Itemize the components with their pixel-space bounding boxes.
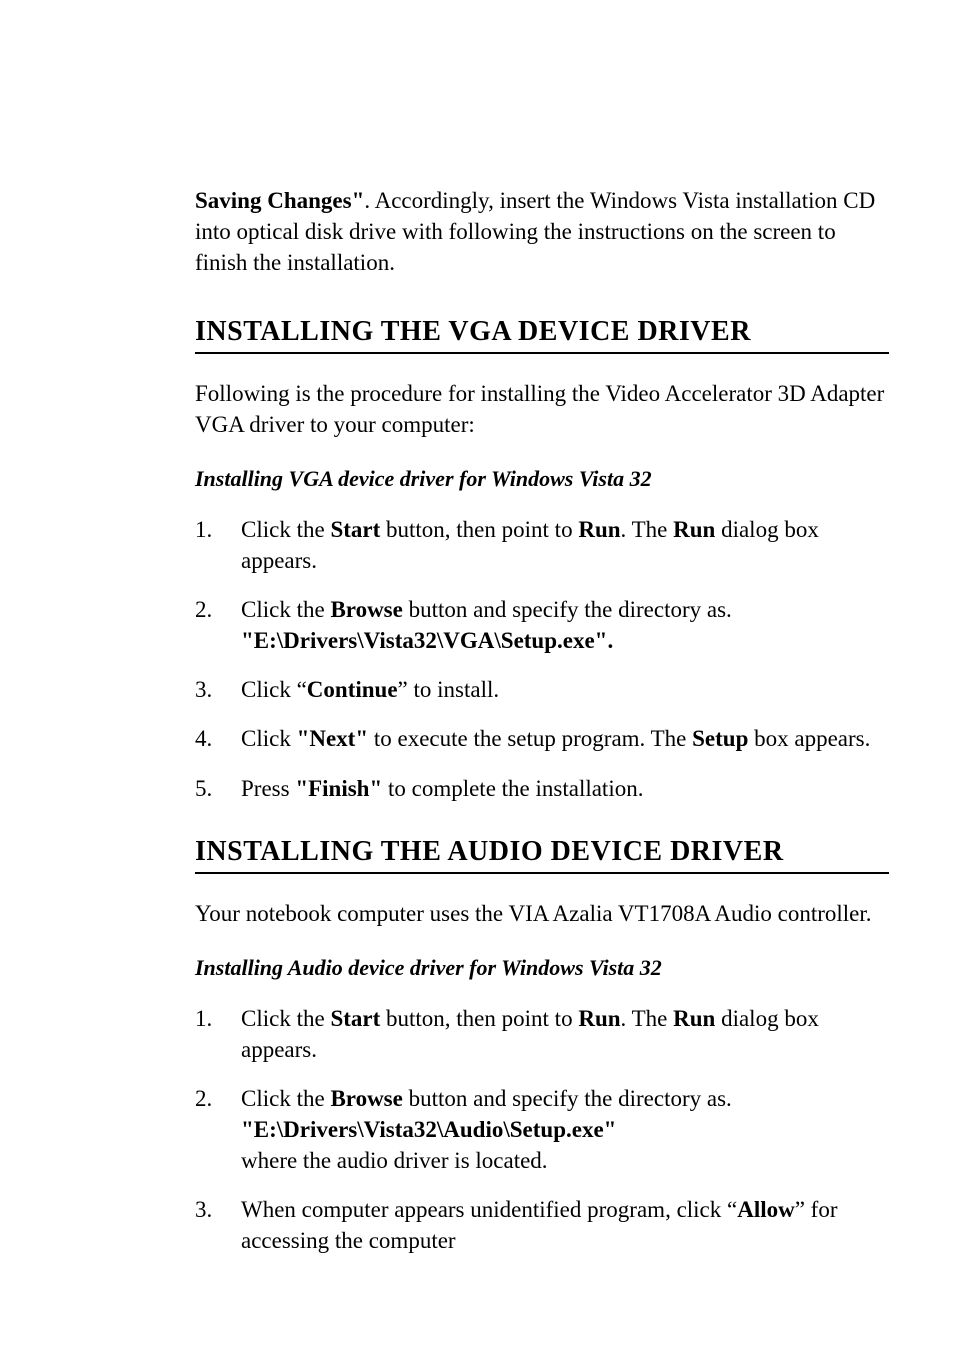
plain-text: to complete the installation. — [382, 776, 643, 801]
plain-text: When computer appears unidentified progr… — [241, 1197, 737, 1222]
plain-text: to execute the setup program. The — [368, 726, 692, 751]
bold-text: "Next" — [297, 726, 369, 751]
list-line: Click the Start button, then point to Ru… — [241, 1006, 819, 1062]
list-number: 3. — [195, 674, 239, 705]
list-content: Click the Start button, then point to Ru… — [239, 1003, 889, 1065]
vga-subheading: Installing VGA device driver for Windows… — [195, 466, 889, 492]
list-line: Click the Browse button and specify the … — [241, 597, 732, 622]
plain-text: . The — [621, 517, 674, 542]
plain-text: Press — [241, 776, 295, 801]
plain-text: Click — [241, 726, 297, 751]
list-number: 2. — [195, 594, 239, 656]
list-line: where the audio driver is located. — [241, 1145, 889, 1176]
audio-intro-para: Your notebook computer uses the VIA Azal… — [195, 898, 889, 929]
list-number: 4. — [195, 723, 239, 754]
list-content: Press "Finish" to complete the installat… — [239, 773, 889, 804]
list-number: 1. — [195, 514, 239, 576]
bold-text: Browse — [330, 1086, 402, 1111]
audio-heading: INSTALLING THE AUDIO DEVICE DRIVER — [195, 836, 889, 874]
plain-text: Click the — [241, 597, 330, 622]
list-number: 5. — [195, 773, 239, 804]
audio-subheading: Installing Audio device driver for Windo… — [195, 955, 889, 981]
list-item: 4. Click "Next" to execute the setup pro… — [195, 723, 889, 754]
list-number: 3. — [195, 1194, 239, 1256]
plain-text: Click the — [241, 1006, 330, 1031]
list-line: "E:\Drivers\Vista32\VGA\Setup.exe". — [241, 625, 889, 656]
bold-text: "Finish" — [295, 776, 382, 801]
bold-text: Continue — [307, 677, 398, 702]
list-line: "E:\Drivers\Vista32\Audio\Setup.exe" — [241, 1114, 889, 1145]
plain-text: button and specify the directory as. — [403, 1086, 732, 1111]
bold-text: Setup — [692, 726, 748, 751]
vga-intro-para: Following is the procedure for installin… — [195, 378, 889, 440]
list-item: 3. When computer appears unidentified pr… — [195, 1194, 889, 1256]
list-item: 2. Click the Browse button and specify t… — [195, 1083, 889, 1176]
list-content: Click “Continue” to install. — [239, 674, 889, 705]
bold-text: Browse — [330, 597, 402, 622]
list-line: Click the Start button, then point to Ru… — [241, 517, 819, 573]
bold-text: Run — [578, 1006, 620, 1031]
plain-text: Click the — [241, 1086, 330, 1111]
list-item: 2. Click the Browse button and specify t… — [195, 594, 889, 656]
list-line: Press "Finish" to complete the installat… — [241, 776, 643, 801]
list-number: 2. — [195, 1083, 239, 1176]
plain-text: button, then point to — [380, 517, 578, 542]
vga-heading: INSTALLING THE VGA DEVICE DRIVER — [195, 316, 889, 354]
list-line: Click "Next" to execute the setup progra… — [241, 726, 870, 751]
bold-text: Run — [578, 517, 620, 542]
plain-text: button, then point to — [380, 1006, 578, 1031]
bold-text: Start — [330, 517, 380, 542]
plain-text: Click the — [241, 517, 330, 542]
list-content: Click the Browse button and specify the … — [239, 1083, 889, 1176]
plain-text: button and specify the directory as. — [403, 597, 732, 622]
list-item: 1.Click the Start button, then point to … — [195, 514, 889, 576]
list-content: Click "Next" to execute the setup progra… — [239, 723, 889, 754]
bold-text: Start — [330, 1006, 380, 1031]
plain-text: Click “ — [241, 677, 307, 702]
page-content: Saving Changes". Accordingly, insert the… — [195, 185, 889, 1256]
audio-list: 1.Click the Start button, then point to … — [195, 1003, 889, 1256]
list-item: 1.Click the Start button, then point to … — [195, 1003, 889, 1065]
list-content: Click the Browse button and specify the … — [239, 594, 889, 656]
list-number: 1. — [195, 1003, 239, 1065]
plain-text: . The — [621, 1006, 674, 1031]
vga-list: 1.Click the Start button, then point to … — [195, 514, 889, 803]
bold-text: Allow — [737, 1197, 795, 1222]
list-line: Click the Browse button and specify the … — [241, 1086, 732, 1111]
list-line: When computer appears unidentified progr… — [241, 1197, 838, 1253]
intro-paragraph: Saving Changes". Accordingly, insert the… — [195, 185, 889, 278]
list-item: 5. Press "Finish" to complete the instal… — [195, 773, 889, 804]
plain-text: ” to install. — [398, 677, 500, 702]
bold-text: Run — [673, 517, 715, 542]
intro-bold: Saving Changes" — [195, 188, 364, 213]
plain-text: box appears. — [748, 726, 870, 751]
bold-text: "E:\Drivers\Vista32\VGA\Setup.exe". — [241, 628, 613, 653]
bold-text: Run — [673, 1006, 715, 1031]
list-content: When computer appears unidentified progr… — [239, 1194, 889, 1256]
bold-text: "E:\Drivers\Vista32\Audio\Setup.exe" — [241, 1117, 616, 1142]
list-line: Click “Continue” to install. — [241, 677, 499, 702]
list-content: Click the Start button, then point to Ru… — [239, 514, 889, 576]
list-item: 3. Click “Continue” to install. — [195, 674, 889, 705]
plain-text: where the audio driver is located. — [241, 1148, 548, 1173]
